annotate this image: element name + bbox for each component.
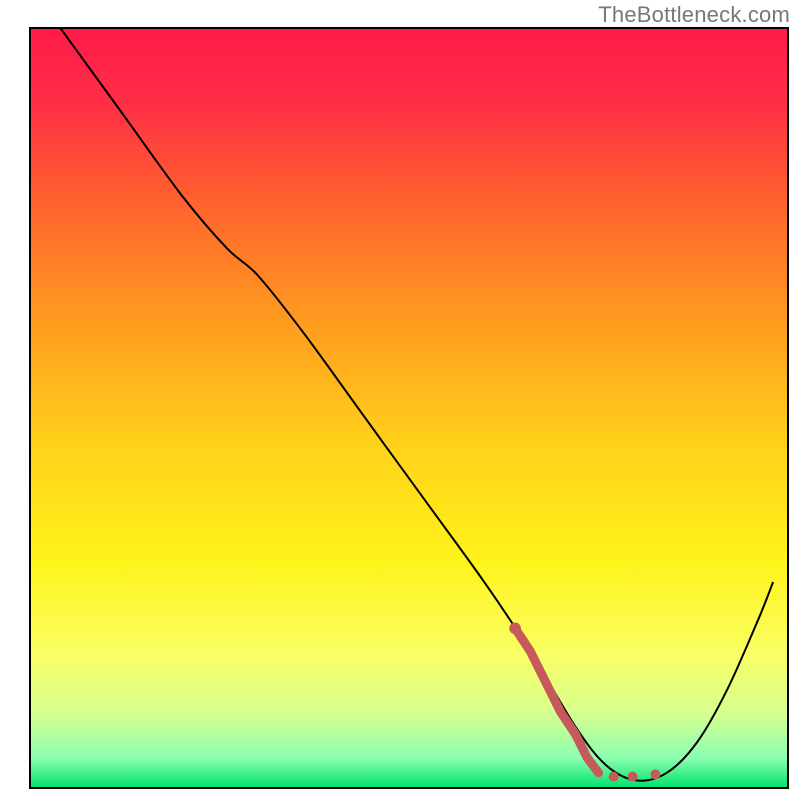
chart-svg bbox=[0, 0, 800, 800]
highlight-dot bbox=[609, 772, 619, 782]
chart-container: TheBottleneck.com bbox=[0, 0, 800, 800]
highlight-dot bbox=[628, 772, 638, 782]
highlight-dot bbox=[650, 769, 660, 779]
highlight-start-dot bbox=[509, 623, 521, 635]
watermark-text: TheBottleneck.com bbox=[598, 2, 790, 28]
